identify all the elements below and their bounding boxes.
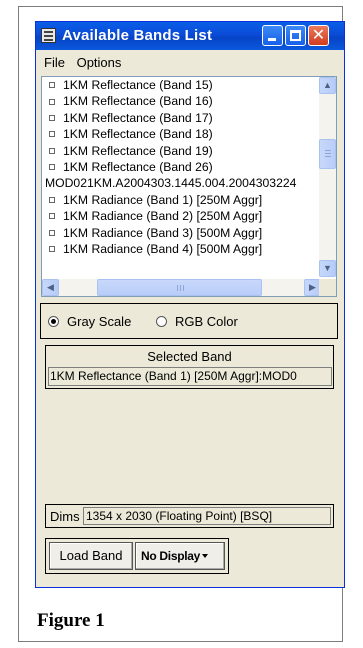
band-row[interactable]: 1KM Reflectance (Band 26) xyxy=(42,159,336,175)
close-button[interactable]: ✕ xyxy=(308,25,329,46)
tree-leaf-icon xyxy=(49,164,55,171)
window-title: Available Bands List xyxy=(62,27,213,44)
figure-caption: Figure 1 xyxy=(37,610,105,631)
horizontal-scroll-thumb[interactable] xyxy=(97,279,262,296)
scroll-up-button[interactable]: ▲ xyxy=(319,77,336,94)
band-row[interactable]: 1KM Radiance (Band 2) [250M Aggr] xyxy=(42,208,336,224)
menu-file[interactable]: File xyxy=(40,55,69,70)
tree-leaf-icon xyxy=(49,229,55,236)
list-row-label: MOD021KM.A2004303.1445.004.2004303224 xyxy=(45,176,297,191)
tree-leaf-icon xyxy=(49,246,55,253)
gray-scale-label: Gray Scale xyxy=(67,314,132,329)
list-row-label: 1KM Radiance (Band 2) [250M Aggr] xyxy=(63,209,263,224)
rgb-color-radio[interactable] xyxy=(156,316,167,327)
selected-band-panel: Selected Band 1KM Reflectance (Band 1) [… xyxy=(45,345,334,389)
minimize-icon xyxy=(268,38,276,41)
band-row[interactable]: 1KM Reflectance (Band 15) xyxy=(42,77,336,93)
actions-panel: Load Band No Display xyxy=(45,538,229,574)
band-list-rows: 1KM Reflectance (Band 15) 1KM Reflectance… xyxy=(42,77,336,257)
list-row-label: 1KM Reflectance (Band 15) xyxy=(63,78,213,92)
list-row-label: 1KM Reflectance (Band 19) xyxy=(63,143,213,158)
list-row-label: 1KM Reflectance (Band 18) xyxy=(63,127,213,142)
band-row[interactable]: 1KM Reflectance (Band 17) xyxy=(42,110,336,126)
list-row-label: 1KM Radiance (Band 4) [500M Aggr] xyxy=(63,241,263,256)
band-row[interactable]: 1KM Radiance (Band 4) [500M Aggr] xyxy=(42,241,336,257)
dims-value: 1354 x 2030 (Floating Point) [BSQ] xyxy=(83,507,331,525)
list-row-label: 1KM Reflectance (Band 26) xyxy=(63,159,213,174)
available-bands-window: Available Bands List ✕ File Options 1KM … xyxy=(35,21,345,588)
figure-frame: Available Bands List ✕ File Options 1KM … xyxy=(18,6,345,642)
tree-leaf-icon xyxy=(49,82,55,89)
tree-leaf-icon xyxy=(49,98,55,105)
tree-leaf-icon xyxy=(49,115,55,122)
maximize-button[interactable] xyxy=(285,25,306,46)
vertical-scroll-thumb[interactable] xyxy=(319,139,336,169)
display-dropdown-label: No Display xyxy=(141,549,201,563)
selected-band-field: 1KM Reflectance (Band 1) [250M Aggr]:MOD… xyxy=(48,367,332,386)
tree-leaf-icon xyxy=(49,213,55,220)
rgb-color-label: RGB Color xyxy=(175,314,238,329)
band-row[interactable]: 1KM Radiance (Band 3) [500M Aggr] xyxy=(42,225,336,241)
menu-options[interactable]: Options xyxy=(73,55,126,70)
band-row[interactable]: 1KM Radiance (Band 1) [250M Aggr] xyxy=(42,192,336,208)
gray-scale-radio[interactable] xyxy=(48,316,59,327)
chevron-down-icon xyxy=(202,554,209,558)
list-row-label: 1KM Radiance (Band 1) [250M Aggr] xyxy=(63,192,263,207)
display-dropdown[interactable]: No Display xyxy=(135,542,225,570)
close-icon: ✕ xyxy=(311,27,326,44)
list-row-label: 1KM Radiance (Band 3) [500M Aggr] xyxy=(63,225,263,240)
gray-scale-option[interactable]: Gray Scale xyxy=(48,314,131,329)
band-row[interactable]: 1KM Reflectance (Band 16) xyxy=(42,93,336,109)
vertical-scrollbar[interactable]: ▲ ▼ xyxy=(319,77,336,277)
tree-leaf-icon xyxy=(49,197,55,204)
band-row[interactable]: 1KM Reflectance (Band 19) xyxy=(42,143,336,159)
minimize-button[interactable] xyxy=(262,25,283,46)
tree-leaf-icon xyxy=(49,147,55,154)
dims-panel: Dims 1354 x 2030 (Floating Point) [BSQ] xyxy=(45,504,334,528)
dims-label: Dims xyxy=(50,509,80,524)
menu-bar: File Options xyxy=(40,55,125,73)
scroll-left-button[interactable]: ◀ xyxy=(42,279,59,296)
title-bar[interactable]: Available Bands List ✕ xyxy=(36,22,344,50)
scroll-down-button[interactable]: ▼ xyxy=(319,260,336,277)
rgb-color-option[interactable]: RGB Color xyxy=(156,314,238,329)
list-row-label: 1KM Reflectance (Band 17) xyxy=(63,110,213,125)
app-list-icon xyxy=(41,28,56,43)
file-row[interactable]: MOD021KM.A2004303.1445.004.2004303224 xyxy=(42,175,336,191)
color-mode-panel: Gray Scale RGB Color xyxy=(40,303,338,339)
selected-band-title: Selected Band xyxy=(147,349,232,364)
load-band-button[interactable]: Load Band xyxy=(49,542,133,570)
horizontal-scrollbar[interactable]: ◀ ▶ xyxy=(42,279,321,296)
scrollbar-corner xyxy=(319,279,336,296)
list-row-label: 1KM Reflectance (Band 16) xyxy=(63,94,213,109)
maximize-icon xyxy=(290,30,301,41)
band-row[interactable]: 1KM Reflectance (Band 18) xyxy=(42,126,336,142)
tree-leaf-icon xyxy=(49,131,55,138)
band-list[interactable]: 1KM Reflectance (Band 15) 1KM Reflectance… xyxy=(41,76,337,297)
